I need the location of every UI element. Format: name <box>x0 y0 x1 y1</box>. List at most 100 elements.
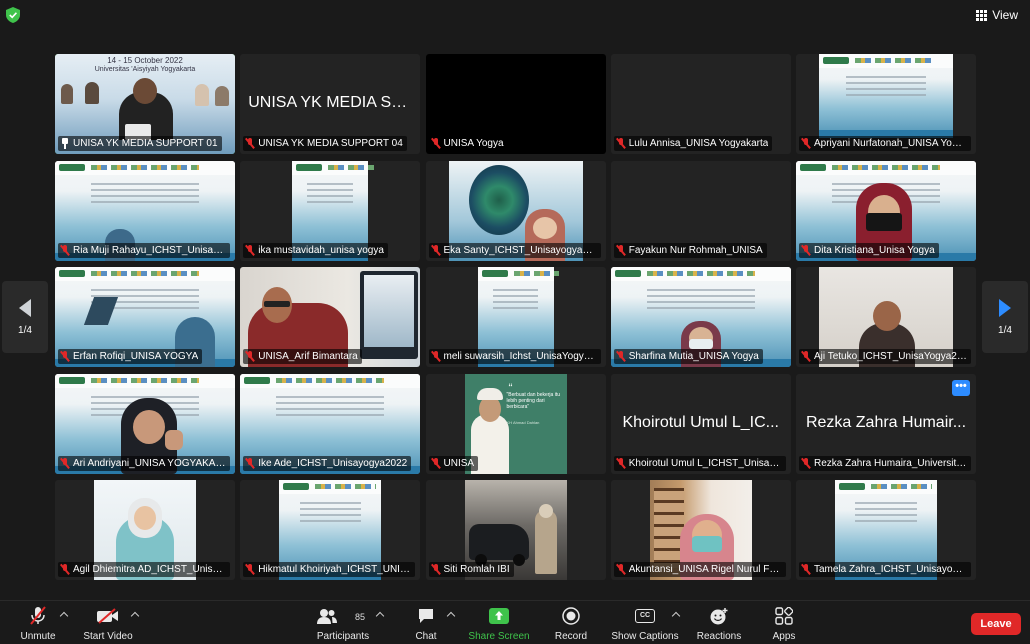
view-button[interactable]: View <box>972 6 1022 24</box>
apps-button[interactable]: Apps <box>770 605 798 643</box>
more-options-button[interactable]: ••• <box>952 379 970 396</box>
participant-tile[interactable]: Tamela Zahra_ICHST_Unisayogy... <box>796 480 976 580</box>
muted-mic-icon <box>60 564 70 575</box>
participants-options-caret[interactable] <box>376 611 384 619</box>
participant-display-name: Rezka Zahra Humair... <box>805 413 967 431</box>
participant-name: Dita Kristiana_Unisa Yogya <box>799 242 939 258</box>
participant-name: Tamela Zahra_ICHST_Unisayogy... <box>799 562 971 577</box>
participant-name: UNISA YK MEDIA SUPPORT 01 <box>58 136 222 151</box>
record-icon <box>562 607 580 625</box>
show-captions-label: Show Captions <box>611 631 679 642</box>
next-page-button[interactable]: 1/4 <box>982 281 1028 353</box>
muted-mic-icon <box>801 351 811 362</box>
apps-icon <box>775 607 793 625</box>
shield-check-icon[interactable] <box>6 7 20 23</box>
start-video-label: Start Video <box>83 631 133 642</box>
chat-label: Chat <box>415 631 437 642</box>
gallery-grid: 14 - 15 October 2022 Universitas 'Aisyiy… <box>55 54 976 580</box>
participant-tile[interactable]: Fayakun Nur Rohmah_UNISA <box>610 160 791 261</box>
page-indicator-left: 1/4 <box>18 324 32 336</box>
caption-line: 14 - 15 October 2022 <box>107 56 183 65</box>
record-button[interactable]: Record <box>552 605 590 643</box>
participant-tile[interactable]: 14 - 15 October 2022 Universitas 'Aisyiy… <box>55 54 235 154</box>
participant-tile[interactable]: UNISA Yogya <box>425 54 606 154</box>
participant-tile[interactable]: Hikmatul Khoiriyah_ICHST_UNIS... <box>240 480 421 580</box>
participant-name: UNISA Yogya <box>428 136 508 151</box>
participant-tile[interactable]: Sharfina Mutia_UNISA Yogya <box>610 267 791 367</box>
participant-tile[interactable]: Eka Santy_ICHST_Unisayogya2022 <box>425 160 606 261</box>
audio-options-caret[interactable] <box>60 611 68 619</box>
video-options-caret[interactable] <box>131 611 139 619</box>
participant-display-name: Khoirotul Umul L_IC... <box>622 413 779 431</box>
participant-tile[interactable]: Ike Ade_ICHST_Unisayogya2022 <box>240 373 421 474</box>
muted-mic-icon <box>616 564 626 575</box>
start-video-button[interactable]: Start Video <box>82 605 134 643</box>
participant-tile[interactable]: Ari Andriyani_UNISA YOGYAKARTA <box>55 373 235 474</box>
participant-tile[interactable]: “ "Berbuat dan bekerja itu lebih penting… <box>425 373 606 474</box>
participant-tile[interactable]: Siti Romlah IBI <box>425 480 606 580</box>
participant-tile[interactable]: Apriyani Nurfatonah_UNISA Yogy... <box>796 54 976 154</box>
participant-tile[interactable]: Dita Kristiana_Unisa Yogya <box>796 160 976 261</box>
video-off-icon <box>97 608 118 624</box>
participants-button[interactable]: 85 Participants <box>316 605 370 643</box>
unmute-button[interactable]: Unmute <box>18 605 58 643</box>
muted-mic-icon <box>431 138 441 149</box>
page-indicator-right: 1/4 <box>998 324 1012 336</box>
top-bar: View <box>0 0 1030 30</box>
participant-name: Rezka Zahra Humaira_Universita... <box>799 455 971 471</box>
participant-name: Akuntansi_UNISA Rigel Nurul Fat... <box>613 562 786 577</box>
reactions-smiley-icon <box>710 608 728 625</box>
participant-tile[interactable]: ika mustavidah_unisa yogya <box>240 160 421 261</box>
captions-options-caret[interactable] <box>672 611 680 619</box>
muted-mic-icon <box>60 244 70 256</box>
previous-page-button[interactable]: 1/4 <box>2 281 48 353</box>
participant-tile[interactable]: ••• Rezka Zahra Humair... Rezka Zahra Hu… <box>796 373 976 474</box>
participant-tile[interactable]: Aji Tetuko_ICHST_UnisaYogya2022 <box>796 267 976 367</box>
apps-label: Apps <box>772 631 796 642</box>
muted-mic-icon <box>431 244 441 256</box>
participant-tile[interactable]: Agil Dhiemitra AD_ICHST_Unisay... <box>55 480 235 580</box>
muted-mic-icon <box>60 351 70 362</box>
leave-button[interactable]: Leave <box>971 613 1021 635</box>
chevron-right-icon <box>999 298 1011 317</box>
mic-muted-icon <box>30 606 46 625</box>
video-feed <box>819 54 953 138</box>
participant-name: Sharfina Mutia_UNISA Yogya <box>613 349 763 364</box>
closed-captions-icon: CC <box>635 609 655 623</box>
view-label: View <box>992 8 1018 22</box>
participant-tile[interactable]: UNISA_Arif Bimantara <box>240 267 421 367</box>
show-captions-button[interactable]: CC Show Captions <box>608 605 682 643</box>
participant-tile[interactable]: Erfan Rofiqi_UNISA YOGYA <box>55 267 235 367</box>
unmute-label: Unmute <box>20 631 56 642</box>
participant-tile[interactable]: Lulu Annisa_UNISA Yogyakarta <box>610 54 791 154</box>
muted-mic-icon <box>245 564 255 575</box>
muted-mic-icon <box>801 564 811 575</box>
chevron-left-icon <box>19 298 31 317</box>
quote-author: KH Ahmad Dahlan <box>506 419 540 425</box>
chat-icon <box>419 609 433 623</box>
chat-button[interactable]: Chat <box>412 605 440 643</box>
participant-tile[interactable]: Ria Muji Rahayu_ICHST_Unisayo... <box>55 160 235 261</box>
muted-mic-icon <box>616 457 626 469</box>
muted-mic-icon <box>245 138 255 149</box>
participant-display-name: UNISA YK MEDIA SU... <box>248 94 417 111</box>
participant-tile[interactable]: Akuntansi_UNISA Rigel Nurul Fat... <box>610 480 791 580</box>
participant-tile[interactable]: UNISA YK MEDIA SU... UNISA YK MEDIA SUPP… <box>240 54 421 154</box>
muted-mic-icon <box>431 457 441 469</box>
share-screen-button[interactable]: Share Screen <box>466 605 532 643</box>
participant-name: Siti Romlah IBI <box>428 562 514 577</box>
muted-mic-icon <box>431 351 441 362</box>
participant-name: Aji Tetuko_ICHST_UnisaYogya2022 <box>799 349 971 364</box>
participant-name: Eka Santy_ICHST_Unisayogya2022 <box>428 242 601 258</box>
muted-mic-icon <box>801 244 811 256</box>
participant-tile[interactable]: Khoirotul Umul L_IC... Khoirotul Umul L_… <box>610 373 791 474</box>
participant-name: Ria Muji Rahayu_ICHST_Unisayo... <box>58 242 230 258</box>
muted-mic-icon <box>616 138 626 149</box>
participant-name: Hikmatul Khoiriyah_ICHST_UNIS... <box>243 562 416 577</box>
reactions-button[interactable]: Reactions <box>695 605 743 643</box>
participant-tile[interactable]: meli suwarsih_Ichst_UnisaYogya... <box>425 267 606 367</box>
participant-name: Ari Andriyani_UNISA YOGYAKARTA <box>58 455 230 471</box>
participant-name: Fayakun Nur Rohmah_UNISA <box>613 242 767 258</box>
chat-options-caret[interactable] <box>447 611 455 619</box>
participant-name: UNISA_Arif Bimantara <box>243 349 362 364</box>
